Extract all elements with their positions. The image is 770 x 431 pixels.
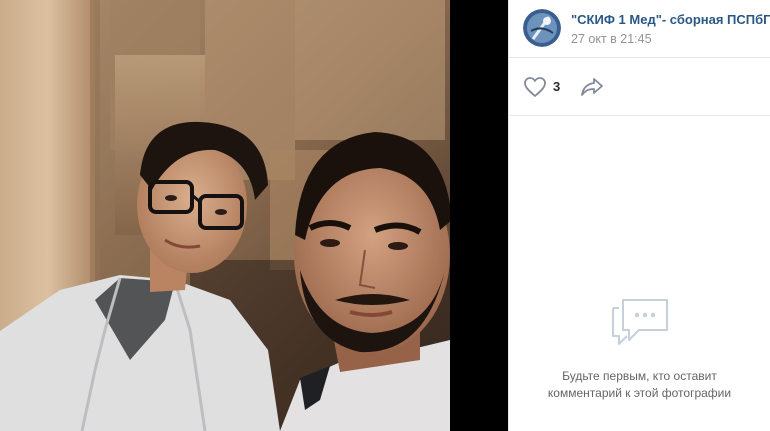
photo-viewer: "СКИФ 1 Мед"- сборная ПСПбГМУ 27 окт в 2…: [0, 0, 770, 431]
share-icon: [581, 77, 604, 96]
empty-comments: Будьте первым, кто оставит комментарий к…: [509, 290, 770, 402]
empty-comments-line2: комментарий к этой фотографии: [547, 386, 732, 400]
like-count: 3: [553, 79, 561, 94]
group-avatar[interactable]: [523, 9, 561, 47]
photo[interactable]: [0, 0, 450, 431]
empty-comments-line1: Будьте первым, кто оставит: [562, 369, 717, 383]
heart-icon: [524, 76, 546, 97]
comment-bubble-icon: [611, 299, 668, 345]
author-block: "СКИФ 1 Мед"- сборная ПСПбГМУ 27 окт в 2…: [509, 0, 770, 57]
actions-bar: 3: [509, 58, 770, 115]
share-button[interactable]: [580, 77, 604, 97]
like-button[interactable]: 3: [523, 76, 560, 98]
photo-image: [0, 0, 450, 431]
info-panel: "СКИФ 1 Мед"- сборная ПСПбГМУ 27 окт в 2…: [508, 0, 770, 431]
divider: [509, 115, 770, 116]
post-date[interactable]: 27 окт в 21:45: [571, 31, 770, 48]
author-name-link[interactable]: "СКИФ 1 Мед"- сборная ПСПбГМУ: [571, 11, 770, 29]
photo-pane[interactable]: [0, 0, 508, 431]
